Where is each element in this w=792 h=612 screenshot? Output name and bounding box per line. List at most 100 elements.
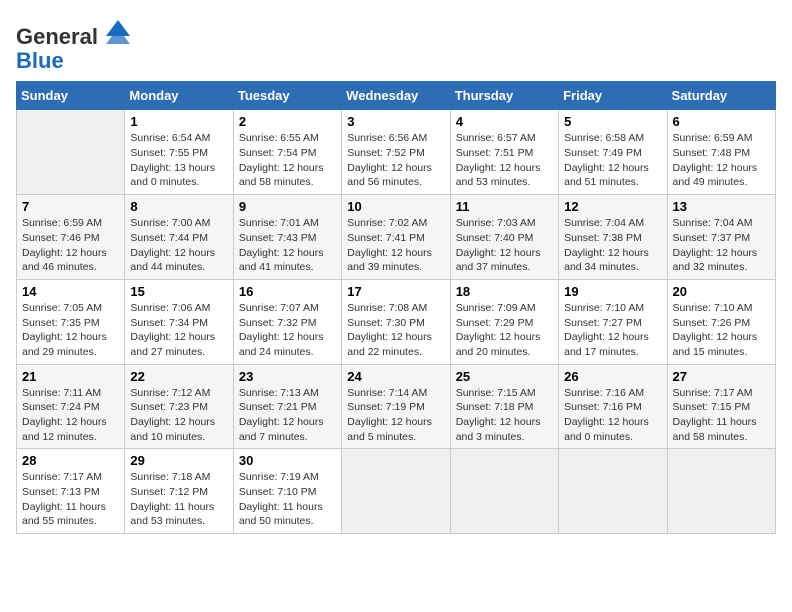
day-detail: Sunrise: 7:05 AMSunset: 7:35 PMDaylight:…: [22, 301, 119, 360]
calendar-cell: 6 Sunrise: 6:59 AMSunset: 7:48 PMDaylight…: [667, 110, 775, 195]
day-number: 18: [456, 284, 553, 299]
day-number: 15: [130, 284, 227, 299]
weekday-header-saturday: Saturday: [667, 82, 775, 110]
day-number: 21: [22, 369, 119, 384]
day-number: 17: [347, 284, 444, 299]
logo: General Blue: [16, 16, 134, 73]
calendar-cell: 14Sunrise: 7:05 AMSunset: 7:35 PMDayligh…: [17, 279, 125, 364]
calendar-cell: 9Sunrise: 7:01 AMSunset: 7:43 PMDaylight…: [233, 195, 341, 280]
day-number: 8: [130, 199, 227, 214]
day-detail: Sunrise: 7:04 AMSunset: 7:38 PMDaylight:…: [564, 216, 661, 275]
day-detail: Sunrise: 7:18 AMSunset: 7:12 PMDaylight:…: [130, 470, 227, 529]
day-number: 28: [22, 453, 119, 468]
day-detail: Sunrise: 7:01 AMSunset: 7:43 PMDaylight:…: [239, 216, 336, 275]
day-number: 19: [564, 284, 661, 299]
calendar-cell: 25 Sunrise: 7:15 AMSunset: 7:18 PMDayligh…: [450, 364, 558, 449]
day-number: 11: [456, 199, 553, 214]
day-number: 16: [239, 284, 336, 299]
day-number: 12: [564, 199, 661, 214]
weekday-header-sunday: Sunday: [17, 82, 125, 110]
logo-general: General: [16, 24, 98, 49]
calendar-cell: 2 Sunrise: 6:55 AMSunset: 7:54 PMDaylight…: [233, 110, 341, 195]
calendar-cell: 11 Sunrise: 7:03 AMSunset: 7:40 PMDayligh…: [450, 195, 558, 280]
day-number: 4: [456, 114, 553, 129]
calendar-cell: 30 Sunrise: 7:19 AMSunset: 7:10 PMDayligh…: [233, 449, 341, 534]
day-number: 25: [456, 369, 553, 384]
calendar-cell: 23 Sunrise: 7:13 AMSunset: 7:21 PMDayligh…: [233, 364, 341, 449]
day-number: 20: [673, 284, 770, 299]
day-number: 10: [347, 199, 444, 214]
calendar-cell: 1 Sunrise: 6:54 AMSunset: 7:55 PMDaylight…: [125, 110, 233, 195]
calendar-cell: 5 Sunrise: 6:58 AMSunset: 7:49 PMDaylight…: [559, 110, 667, 195]
weekday-header-tuesday: Tuesday: [233, 82, 341, 110]
calendar-cell: 21 Sunrise: 7:11 AMSunset: 7:24 PMDayligh…: [17, 364, 125, 449]
day-detail: Sunrise: 6:56 AMSunset: 7:52 PMDaylight:…: [347, 131, 444, 190]
calendar-cell: 28 Sunrise: 7:17 AMSunset: 7:13 PMDayligh…: [17, 449, 125, 534]
weekday-header-thursday: Thursday: [450, 82, 558, 110]
day-detail: Sunrise: 7:12 AMSunset: 7:23 PMDaylight:…: [130, 386, 227, 445]
logo-icon: [102, 16, 134, 44]
calendar-cell: 12 Sunrise: 7:04 AMSunset: 7:38 PMDayligh…: [559, 195, 667, 280]
weekday-header-monday: Monday: [125, 82, 233, 110]
calendar-cell: 8Sunrise: 7:00 AMSunset: 7:44 PMDaylight…: [125, 195, 233, 280]
day-detail: Sunrise: 7:13 AMSunset: 7:21 PMDaylight:…: [239, 386, 336, 445]
calendar-cell: [342, 449, 450, 534]
day-detail: Sunrise: 7:17 AMSunset: 7:13 PMDaylight:…: [22, 470, 119, 529]
day-number: 2: [239, 114, 336, 129]
day-number: 29: [130, 453, 227, 468]
day-number: 1: [130, 114, 227, 129]
calendar-cell: [667, 449, 775, 534]
calendar-table: SundayMondayTuesdayWednesdayThursdayFrid…: [16, 81, 776, 534]
day-number: 24: [347, 369, 444, 384]
day-detail: Sunrise: 7:04 AMSunset: 7:37 PMDaylight:…: [673, 216, 770, 275]
logo-blue: Blue: [16, 48, 64, 73]
weekday-header-friday: Friday: [559, 82, 667, 110]
day-detail: Sunrise: 7:11 AMSunset: 7:24 PMDaylight:…: [22, 386, 119, 445]
calendar-cell: 18 Sunrise: 7:09 AMSunset: 7:29 PMDayligh…: [450, 279, 558, 364]
calendar-cell: 4 Sunrise: 6:57 AMSunset: 7:51 PMDaylight…: [450, 110, 558, 195]
day-number: 7: [22, 199, 119, 214]
calendar-cell: 29 Sunrise: 7:18 AMSunset: 7:12 PMDayligh…: [125, 449, 233, 534]
calendar-cell: 22 Sunrise: 7:12 AMSunset: 7:23 PMDayligh…: [125, 364, 233, 449]
day-detail: Sunrise: 7:09 AMSunset: 7:29 PMDaylight:…: [456, 301, 553, 360]
day-detail: Sunrise: 7:06 AMSunset: 7:34 PMDaylight:…: [130, 301, 227, 360]
calendar-cell: 10Sunrise: 7:02 AMSunset: 7:41 PMDayligh…: [342, 195, 450, 280]
day-detail: Sunrise: 7:17 AMSunset: 7:15 PMDaylight:…: [673, 386, 770, 445]
day-detail: Sunrise: 7:19 AMSunset: 7:10 PMDaylight:…: [239, 470, 336, 529]
calendar-cell: 19 Sunrise: 7:10 AMSunset: 7:27 PMDayligh…: [559, 279, 667, 364]
calendar-cell: 13 Sunrise: 7:04 AMSunset: 7:37 PMDayligh…: [667, 195, 775, 280]
day-number: 5: [564, 114, 661, 129]
day-detail: Sunrise: 6:58 AMSunset: 7:49 PMDaylight:…: [564, 131, 661, 190]
calendar-cell: [559, 449, 667, 534]
calendar-cell: 24 Sunrise: 7:14 AMSunset: 7:19 PMDayligh…: [342, 364, 450, 449]
day-detail: Sunrise: 7:08 AMSunset: 7:30 PMDaylight:…: [347, 301, 444, 360]
calendar-cell: 7 Sunrise: 6:59 AMSunset: 7:46 PMDaylight…: [17, 195, 125, 280]
day-number: 13: [673, 199, 770, 214]
day-detail: Sunrise: 6:59 AMSunset: 7:48 PMDaylight:…: [673, 131, 770, 190]
day-detail: Sunrise: 6:57 AMSunset: 7:51 PMDaylight:…: [456, 131, 553, 190]
day-detail: Sunrise: 7:07 AMSunset: 7:32 PMDaylight:…: [239, 301, 336, 360]
day-number: 27: [673, 369, 770, 384]
day-number: 30: [239, 453, 336, 468]
page-header: General Blue: [16, 16, 776, 73]
day-detail: Sunrise: 6:54 AMSunset: 7:55 PMDaylight:…: [130, 131, 227, 190]
day-detail: Sunrise: 7:16 AMSunset: 7:16 PMDaylight:…: [564, 386, 661, 445]
day-detail: Sunrise: 7:10 AMSunset: 7:27 PMDaylight:…: [564, 301, 661, 360]
day-detail: Sunrise: 7:15 AMSunset: 7:18 PMDaylight:…: [456, 386, 553, 445]
day-number: 23: [239, 369, 336, 384]
calendar-cell: 20 Sunrise: 7:10 AMSunset: 7:26 PMDayligh…: [667, 279, 775, 364]
calendar-cell: 17 Sunrise: 7:08 AMSunset: 7:30 PMDayligh…: [342, 279, 450, 364]
calendar-cell: 3Sunrise: 6:56 AMSunset: 7:52 PMDaylight…: [342, 110, 450, 195]
day-detail: Sunrise: 6:55 AMSunset: 7:54 PMDaylight:…: [239, 131, 336, 190]
calendar-cell: 27 Sunrise: 7:17 AMSunset: 7:15 PMDayligh…: [667, 364, 775, 449]
day-detail: Sunrise: 7:03 AMSunset: 7:40 PMDaylight:…: [456, 216, 553, 275]
day-number: 22: [130, 369, 227, 384]
day-detail: Sunrise: 7:10 AMSunset: 7:26 PMDaylight:…: [673, 301, 770, 360]
day-number: 26: [564, 369, 661, 384]
day-number: 6: [673, 114, 770, 129]
calendar-cell: [450, 449, 558, 534]
day-detail: Sunrise: 6:59 AMSunset: 7:46 PMDaylight:…: [22, 216, 119, 275]
calendar-cell: 26 Sunrise: 7:16 AMSunset: 7:16 PMDayligh…: [559, 364, 667, 449]
day-detail: Sunrise: 7:14 AMSunset: 7:19 PMDaylight:…: [347, 386, 444, 445]
calendar-cell: [17, 110, 125, 195]
